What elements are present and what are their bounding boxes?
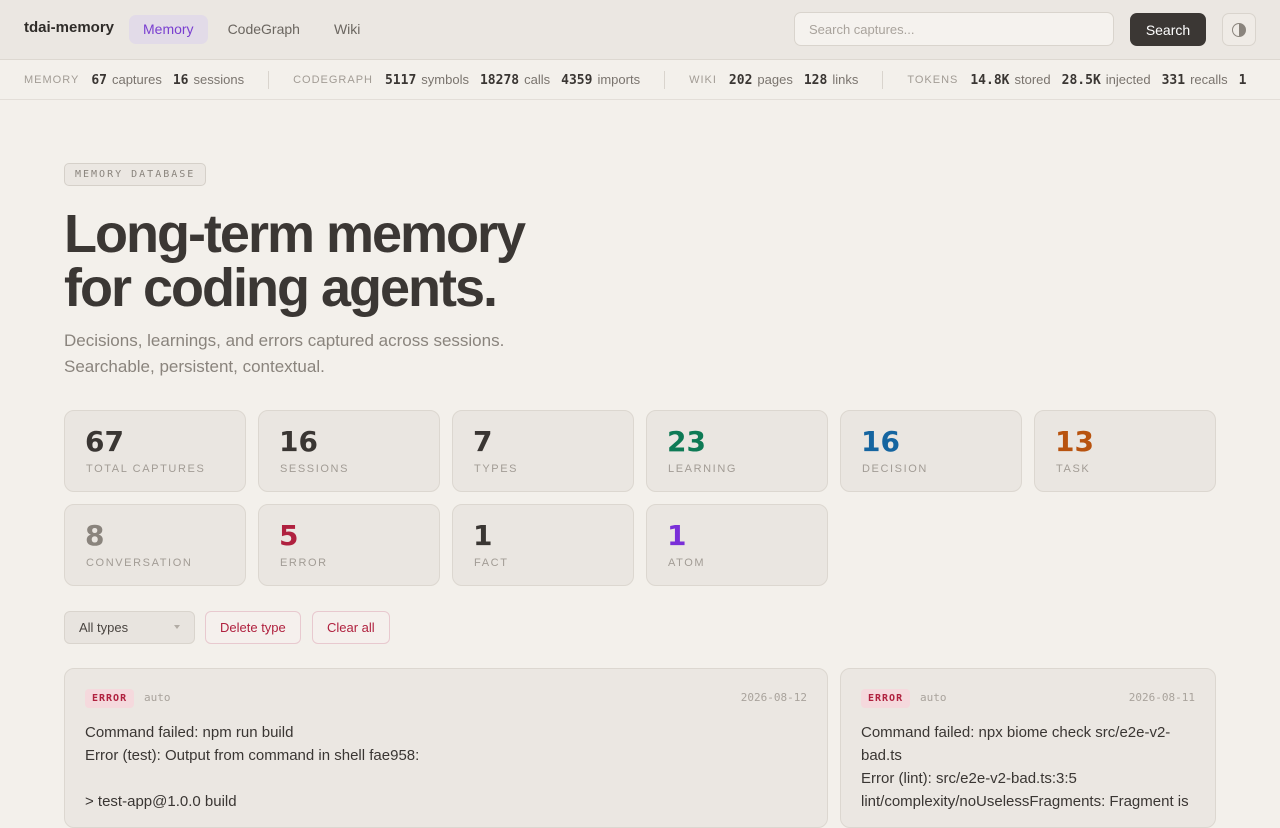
stat-card-atom[interactable]: 1 ATOM: [646, 504, 828, 586]
divider: [664, 71, 666, 89]
capture-source: auto: [920, 691, 947, 704]
strip-recalls-unit: recalls: [1190, 72, 1228, 87]
strip-calls-unit: calls: [524, 72, 551, 87]
tab-wiki[interactable]: Wiki: [320, 15, 374, 44]
strip-imports-unit: imports: [597, 72, 641, 87]
page-subtitle-line-1: Decisions, learnings, and errors capture…: [64, 331, 505, 350]
stat-value: 67: [85, 425, 124, 458]
strip-wiki-group: WIKI 202 pages 128 links: [689, 72, 869, 88]
stat-card-learning[interactable]: 23 LEARNING: [646, 410, 828, 492]
strip-memory-group: MEMORY 67 captures 16 sessions: [24, 72, 255, 88]
page-subtitle: Decisions, learnings, and errors capture…: [64, 328, 584, 380]
strip-captures-count: 67: [91, 73, 107, 88]
stat-label: LEARNING: [668, 463, 738, 475]
stat-card-total-captures[interactable]: 67 TOTAL CAPTURES: [64, 410, 246, 492]
stat-card-conversation[interactable]: 8 CONVERSATION: [64, 504, 246, 586]
stat-value: 16: [279, 425, 318, 458]
stat-label: ERROR: [280, 557, 328, 569]
strip-captures-unit: captures: [111, 72, 162, 87]
strip-calls-count: 18278: [479, 73, 520, 88]
stat-label: TYPES: [474, 463, 519, 475]
strip-symbols-unit: symbols: [421, 72, 469, 87]
theme-toggle-button[interactable]: [1222, 13, 1256, 46]
stat-value: 5: [279, 519, 299, 552]
stat-label: TASK: [1056, 463, 1091, 475]
tab-memory[interactable]: Memory: [129, 15, 208, 44]
capture-type-badge: ERROR: [85, 689, 135, 708]
nav-tabs: Memory CodeGraph Wiki: [129, 15, 380, 44]
capture-card[interactable]: ERROR auto 2026-08-12 Command failed: np…: [64, 668, 828, 828]
stat-value: 16: [861, 425, 900, 458]
strip-sessions-count: 16: [172, 73, 189, 88]
divider: [268, 71, 270, 89]
stats-strip: MEMORY 67 captures 16 sessions CODEGRAPH 5…: [0, 60, 1280, 100]
type-filter-value: All types: [79, 620, 129, 635]
contrast-icon: [1232, 22, 1246, 37]
stat-card-types[interactable]: 7 TYPES: [452, 410, 634, 492]
capture-date: 2026-08-11: [1128, 691, 1195, 704]
chevron-down-icon: [174, 625, 180, 629]
stat-value: 7: [473, 425, 493, 458]
strip-stored-unit: stored: [1014, 72, 1051, 87]
brand-logo[interactable]: tdai-memory: [24, 19, 114, 36]
capture-date: 2026-08-12: [740, 691, 807, 704]
stat-value: 8: [85, 519, 105, 552]
page-subtitle-line-2: Searchable, persistent, contextual.: [64, 357, 325, 376]
page-title: Long-term memory for coding agents.: [64, 204, 526, 318]
strip-pages-count: 202: [728, 73, 753, 88]
stat-card-fact[interactable]: 1 FACT: [452, 504, 634, 586]
stat-value: 13: [1055, 425, 1094, 458]
strip-recalls-count: 331: [1161, 73, 1186, 88]
tab-codegraph[interactable]: CodeGraph: [214, 15, 314, 44]
stat-label: ATOM: [668, 557, 706, 569]
search-input[interactable]: [794, 12, 1114, 46]
stat-card-error[interactable]: 5 ERROR: [258, 504, 440, 586]
top-nav-bar: tdai-memory Memory CodeGraph Wiki Search: [0, 0, 1280, 60]
stat-value: 1: [473, 519, 493, 552]
strip-memory-label: MEMORY: [24, 74, 80, 86]
capture-card[interactable]: ERROR auto 2026-08-11 Command failed: np…: [840, 668, 1216, 828]
strip-symbols-count: 5117: [384, 73, 417, 88]
strip-stored-count: 14.8K: [970, 73, 1010, 88]
stat-label: CONVERSATION: [86, 557, 193, 569]
type-filter-select[interactable]: All types: [64, 611, 195, 644]
strip-codegraph-group: CODEGRAPH 5117 symbols 18278 calls 4359 imp…: [293, 72, 651, 88]
strip-sessions-unit: sessions: [193, 72, 245, 87]
strip-wiki-label: WIKI: [689, 74, 717, 86]
stat-card-task[interactable]: 13 TASK: [1034, 410, 1216, 492]
strip-injected-count: 28.5K: [1061, 73, 1101, 88]
capture-body: Command failed: npm run build Error (tes…: [85, 724, 420, 810]
page-title-line-2: for coding agents.: [64, 258, 498, 318]
section-badge: MEMORY DATABASE: [64, 163, 207, 186]
strip-codegraph-label: CODEGRAPH: [293, 74, 373, 86]
strip-injected-unit: injected: [1105, 72, 1151, 87]
stat-label: FACT: [474, 557, 509, 569]
strip-pages-unit: pages: [757, 72, 793, 87]
capture-type-badge: ERROR: [861, 689, 911, 708]
strip-links-unit: links: [832, 72, 859, 87]
strip-links-count: 128: [803, 73, 828, 88]
strip-imports-count: 4359: [561, 73, 593, 88]
stat-card-decision[interactable]: 16 DECISION: [840, 410, 1022, 492]
strip-overflow-count: 1: [1238, 73, 1247, 88]
stat-label: DECISION: [862, 463, 928, 475]
stat-value: 23: [667, 425, 706, 458]
capture-source: auto: [144, 691, 171, 704]
stat-value: 1: [667, 519, 687, 552]
strip-tokens-label: TOKENS: [907, 74, 959, 86]
strip-tokens-group: TOKENS 14.8K stored 28.5K injected 331 reca…: [907, 72, 1262, 88]
search-button[interactable]: Search: [1130, 13, 1206, 46]
divider: [882, 71, 884, 89]
stat-label: TOTAL CAPTURES: [86, 463, 206, 475]
stat-card-sessions[interactable]: 16 SESSIONS: [258, 410, 440, 492]
clear-all-button[interactable]: Clear all: [312, 611, 390, 644]
capture-body: Command failed: npx biome check src/e2e-…: [861, 724, 1189, 810]
page-title-line-1: Long-term memory: [64, 204, 526, 264]
delete-type-button[interactable]: Delete type: [205, 611, 301, 644]
stat-label: SESSIONS: [280, 463, 350, 475]
